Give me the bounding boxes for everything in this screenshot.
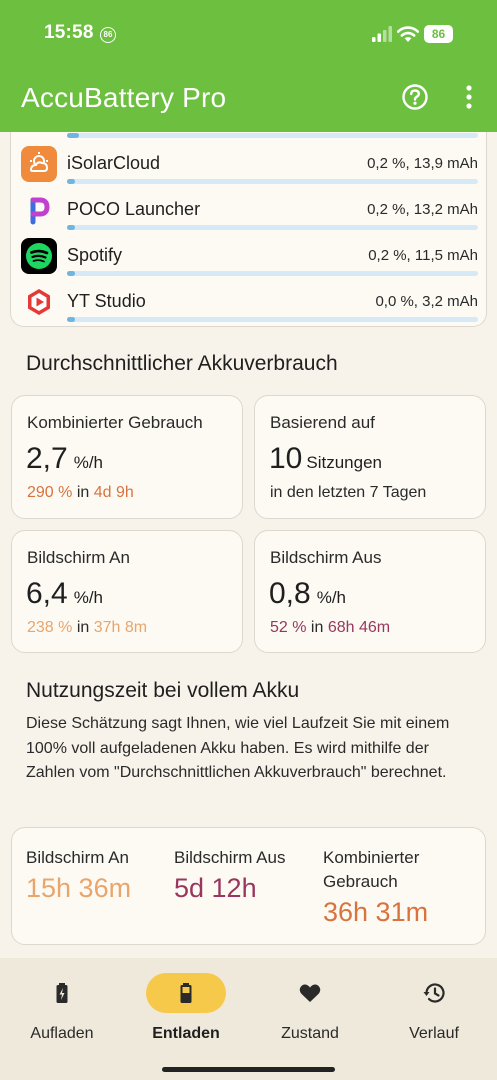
wifi-icon (396, 26, 420, 42)
combined-usage-card: Kombinierter Gebrauch 2,7 %/h 290 % in 4d… (11, 395, 243, 519)
section-title-full-charge: Nutzungszeit bei vollem Akku (26, 679, 300, 702)
stat-label: Basierend auf (270, 413, 375, 432)
estimate-value: 15h 36m (26, 873, 132, 903)
nav-label: Entladen (152, 1025, 220, 1042)
app-title: AccuBattery Pro (21, 82, 227, 113)
battery-level-badge: 86 (424, 25, 453, 43)
usage-bar (67, 271, 478, 276)
stat-subtext: 52 % in 68h 46m (270, 619, 391, 636)
notification-badge: 86 (100, 27, 116, 43)
history-icon (423, 983, 445, 1003)
app-usage-value: 0,2 %, 13,2 mAh (367, 201, 478, 218)
home-indicator (162, 1067, 335, 1072)
usage-bar (67, 225, 478, 230)
battery-discharging-icon (180, 983, 192, 1003)
full-charge-description: Diese Schätzung sagt Ihnen, wie viel Lau… (26, 715, 450, 781)
screen-off-card: Bildschirm Aus 0,8 %/h 52 % in 68h 46m (254, 530, 486, 653)
app-name: POCO Launcher (67, 199, 201, 219)
usage-bar (67, 317, 478, 322)
stat-value: 6,4 %/h (26, 577, 104, 610)
partial-usage-bar (67, 133, 478, 138)
list-item[interactable]: iSolarCloud 0,2 %, 13,9 mAh (11, 146, 488, 192)
app-bar: AccuBattery Pro (0, 70, 497, 132)
nav-label: Zustand (281, 1025, 339, 1042)
app-usage-value: 0,2 %, 11,5 mAh (368, 247, 478, 264)
app-usage-card: iSolarCloud 0,2 %, 13,9 mAh POCO Launche… (10, 110, 487, 327)
app-usage-value: 0,0 %, 3,2 mAh (375, 293, 478, 310)
stat-label: Bildschirm Aus (270, 548, 382, 567)
list-item[interactable]: POCO Launcher 0,2 %, 13,2 mAh (11, 192, 488, 238)
status-bar: 15:58 86 86 (0, 0, 497, 70)
full-charge-card: Bildschirm An 15h 36m Bildschirm Aus 5d … (11, 827, 486, 945)
cellular-signal-icon (372, 26, 392, 42)
nav-item-zustand[interactable]: Zustand (248, 958, 372, 1058)
isolarcloud-icon (21, 146, 57, 182)
nav-item-entladen[interactable]: Entladen (124, 958, 248, 1058)
screen-on-card: Bildschirm An 6,4 %/h 238 % in 37h 8m (11, 530, 243, 653)
heart-icon (299, 984, 321, 1002)
yt-studio-icon (21, 284, 57, 320)
status-time: 15:58 (44, 22, 94, 43)
usage-bar (67, 179, 478, 184)
stat-value: 10 Sitzungen (269, 442, 382, 475)
app-name: Spotify (67, 245, 123, 265)
estimate-screen-off: Bildschirm Aus 5d 12h (174, 846, 319, 904)
stat-subtext: in den letzten 7 Tagen (270, 484, 427, 501)
stat-label: Kombinierter Gebrauch (27, 413, 203, 432)
more-vert-icon[interactable] (457, 83, 481, 111)
app-usage-value: 0,2 %, 13,9 mAh (367, 155, 478, 172)
nav-label: Verlauf (409, 1025, 459, 1042)
list-item[interactable]: Spotify 0,2 %, 11,5 mAh (11, 238, 488, 284)
estimate-screen-on: Bildschirm An 15h 36m (26, 846, 166, 904)
nav-item-aufladen[interactable]: Aufladen (0, 958, 124, 1058)
stat-value: 2,7 %/h (26, 442, 104, 475)
poco-launcher-icon (21, 192, 57, 228)
stat-label: Bildschirm An (27, 548, 130, 567)
nav-label: Aufladen (30, 1025, 94, 1042)
nav-item-verlauf[interactable]: Verlauf (372, 958, 496, 1058)
list-item[interactable]: YT Studio 0,0 %, 3,2 mAh (11, 284, 488, 330)
stat-value: 0,8 %/h (269, 577, 347, 610)
section-title-average-usage: Durchschnittlicher Akkuverbrauch (26, 352, 338, 375)
stat-subtext: 290 % in 4d 9h (27, 484, 134, 501)
spotify-icon (21, 238, 57, 274)
sessions-card: Basierend auf 10 Sitzungen in den letzten… (254, 395, 486, 519)
estimate-value: 5d 12h (174, 873, 257, 903)
app-name: YT Studio (67, 291, 146, 311)
estimate-value: 36h 31m (323, 897, 429, 927)
stat-subtext: 238 % in 37h 8m (27, 619, 148, 636)
help-circle-icon[interactable] (401, 83, 429, 111)
app-name: iSolarCloud (67, 153, 161, 173)
bottom-navigation: Aufladen Entladen Zustand Verlauf (0, 958, 497, 1080)
battery-charging-icon (56, 983, 68, 1003)
estimate-combined: Kombinierter Gebrauch 36h 31m (323, 846, 453, 928)
